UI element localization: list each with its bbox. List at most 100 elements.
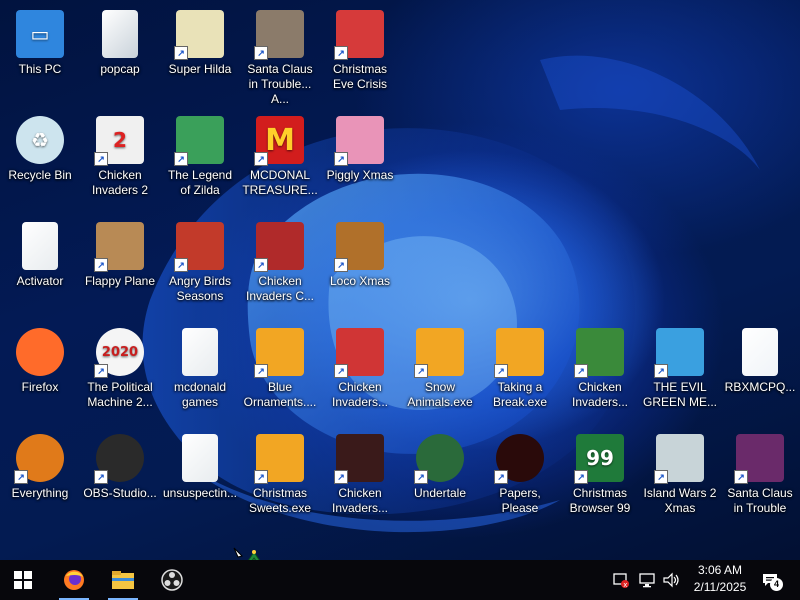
desktop-icon[interactable]: ↗ Christmas Eve Crisis [320,4,400,104]
icon-glyph: M [265,122,295,158]
desktop-icon-label: Super Hilda [168,62,232,76]
clock-date: 2/11/2025 [693,580,747,594]
desktop-icon[interactable]: 2020 ↗ The Political Machine 2... [80,322,160,422]
desktop-icon-label: Santa Claus in Trouble... A... [247,62,313,106]
everything-search-icon: ↗ [14,434,64,484]
santa-claus-icon: ↗ [254,10,304,60]
desktop-icon[interactable]: ↗ The Legend of Zilda [160,110,240,210]
papers-please-icon: ↗ [494,434,544,484]
desktop-icon-label: Island Wars 2 Xmas [643,486,717,515]
chicken-invaders-icon: ↗ [334,434,384,484]
desktop-icon[interactable]: ↗ Chicken Invaders... [320,322,400,422]
desktop-icon-label: Piggly Xmas [326,168,394,182]
tray-network-button[interactable] [636,560,658,600]
desktop-icon[interactable]: unsuspectin... [160,428,240,528]
christmas-eve-crisis-icon: ↗ [334,10,384,60]
desktop-icon[interactable]: ↗ Super Hilda [160,4,240,104]
desktop-icon-label: mcdonald games [173,380,227,409]
desktop-icon-label: MCDONAL TREASURE... [242,168,318,197]
desktop-icon-label: Undertale [413,486,467,500]
desktop-icon[interactable]: M ↗ MCDONAL TREASURE... [240,110,320,210]
desktop-icon-label: Flappy Plane [84,274,156,288]
network-icon [639,573,655,588]
desktop-icon-label: Blue Ornaments.... [243,380,317,409]
shortcut-arrow-icon: ↗ [414,364,428,378]
desktop-icon-label: Santa Claus in Trouble [727,486,793,515]
taskbar-obs-button[interactable] [149,560,195,600]
desktop-icon[interactable]: ↗ Angry Birds Seasons [160,216,240,316]
desktop-icon[interactable]: mcdonald games [160,322,240,422]
desktop-icon[interactable]: ↗ Chicken Invaders... [560,322,640,422]
desktop-icon[interactable]: ↗ Christmas Sweets.exe [240,428,320,528]
action-center-button[interactable]: 4 [757,560,783,600]
start-button[interactable] [0,560,46,600]
desktop-icon-label: THE EVIL GREEN ME... [642,380,717,409]
desktop-icon-label: Snow Animals.exe [407,380,473,409]
desktop-icon[interactable]: ↗ Chicken Invaders C... [240,216,320,316]
desktop-icon-label: The Legend of Zilda [167,168,233,197]
shortcut-arrow-icon: ↗ [254,152,268,166]
blue-ornaments-exe-icon: ↗ [254,328,304,378]
shortcut-arrow-icon: ↗ [94,470,108,484]
desktop-icon[interactable]: ↗ Piggly Xmas [320,110,400,210]
desktop-icon[interactable]: ↗ Loco Xmas [320,216,400,316]
desktop-icon[interactable]: ↗ Taking a Break.exe [480,322,560,422]
desktop-icon-label: Papers, Please [499,486,541,515]
flappy-plane-icon: ↗ [94,222,144,272]
desktop-icon-label: Everything [11,486,69,500]
taskbar-clock[interactable]: 3:06 AM 2/11/2025 [685,562,755,598]
desktop-icon[interactable]: ↗ Snow Animals.exe [400,322,480,422]
svg-text:x: x [623,581,627,588]
desktop-icon-label: The Political Machine 2... [87,380,153,409]
desktop-icon[interactable]: ↗ Island Wars 2 Xmas [640,428,720,528]
desktop-icon-label: Loco Xmas [329,274,391,288]
shortcut-arrow-icon: ↗ [254,258,268,272]
desktop-icon[interactable]: ↗ THE EVIL GREEN ME... [640,322,720,422]
desktop-icon[interactable]: ↗ Blue Ornaments.... [240,322,320,422]
shortcut-arrow-icon: ↗ [734,470,748,484]
desktop-icon[interactable]: ↗ Papers, Please [480,428,560,528]
desktop-icon[interactable]: ↗ Chicken Invaders... [320,428,400,528]
messenger-icon: ↗ [654,328,704,378]
desktop-icon[interactable]: Activator [0,216,80,316]
shortcut-arrow-icon: ↗ [334,46,348,60]
desktop-icon[interactable]: ↗ Santa Claus in Trouble [720,428,800,528]
santa-claus-icon: ↗ [734,434,784,484]
desktop-icon[interactable]: 99 ↗ Christmas Browser 99 [560,428,640,528]
desktop-icon[interactable]: ♻ Recycle Bin [0,110,80,210]
desktop-icon[interactable]: ↗ Everything [0,428,80,528]
desktop-icon[interactable]: RBXMCPQ... [720,322,800,422]
recycle-bin-icon: ♻ [16,116,64,164]
tray-volume-button[interactable] [660,560,682,600]
shortcut-arrow-icon: ↗ [94,364,108,378]
desktop-icon-label: This PC [18,62,62,76]
desktop-icon-label: unsuspectin... [162,486,238,500]
angry-birds-icon: ↗ [174,222,224,272]
loco-xmas-icon: ↗ [334,222,384,272]
desktop-icon[interactable]: ↗ Undertale [400,428,480,528]
desktop-icon[interactable]: 2 ↗ Chicken Invaders 2 [80,110,160,210]
desktop-icon[interactable]: popcap [80,4,160,104]
desktop-icon[interactable]: ▭ This PC [0,4,80,104]
desktop-icon-label: Chicken Invaders... [571,380,629,409]
taskbar-firefox-button[interactable] [51,560,97,600]
piggly-xmas-icon: ↗ [334,116,384,166]
taking-a-break-exe-icon: ↗ [494,328,544,378]
desktop-icon[interactable]: ↗ OBS-Studio... [80,428,160,528]
obs-studio-icon: ↗ [94,434,144,484]
shortcut-arrow-icon: ↗ [254,470,268,484]
desktop-icon[interactable]: ↗ Santa Claus in Trouble... A... [240,4,320,106]
firefox-icon [64,570,84,590]
desktop-icon-label: Activator [16,274,64,288]
shortcut-arrow-icon: ↗ [334,152,348,166]
tray-security-button[interactable]: x [610,560,632,600]
desktop-icon[interactable]: ↗ Flappy Plane [80,216,160,316]
chicken-invaders-icon: 2 ↗ [94,116,144,166]
taskbar-file-explorer-button[interactable] [100,560,146,600]
notification-count-badge: 4 [770,578,783,591]
desktop-icon-label: Taking a Break.exe [492,380,548,409]
shortcut-arrow-icon: ↗ [14,470,28,484]
icon-glyph: 2 [113,128,127,152]
desktop-icon[interactable]: Firefox [0,322,80,422]
chicken-invaders-icon: ↗ [334,328,384,378]
